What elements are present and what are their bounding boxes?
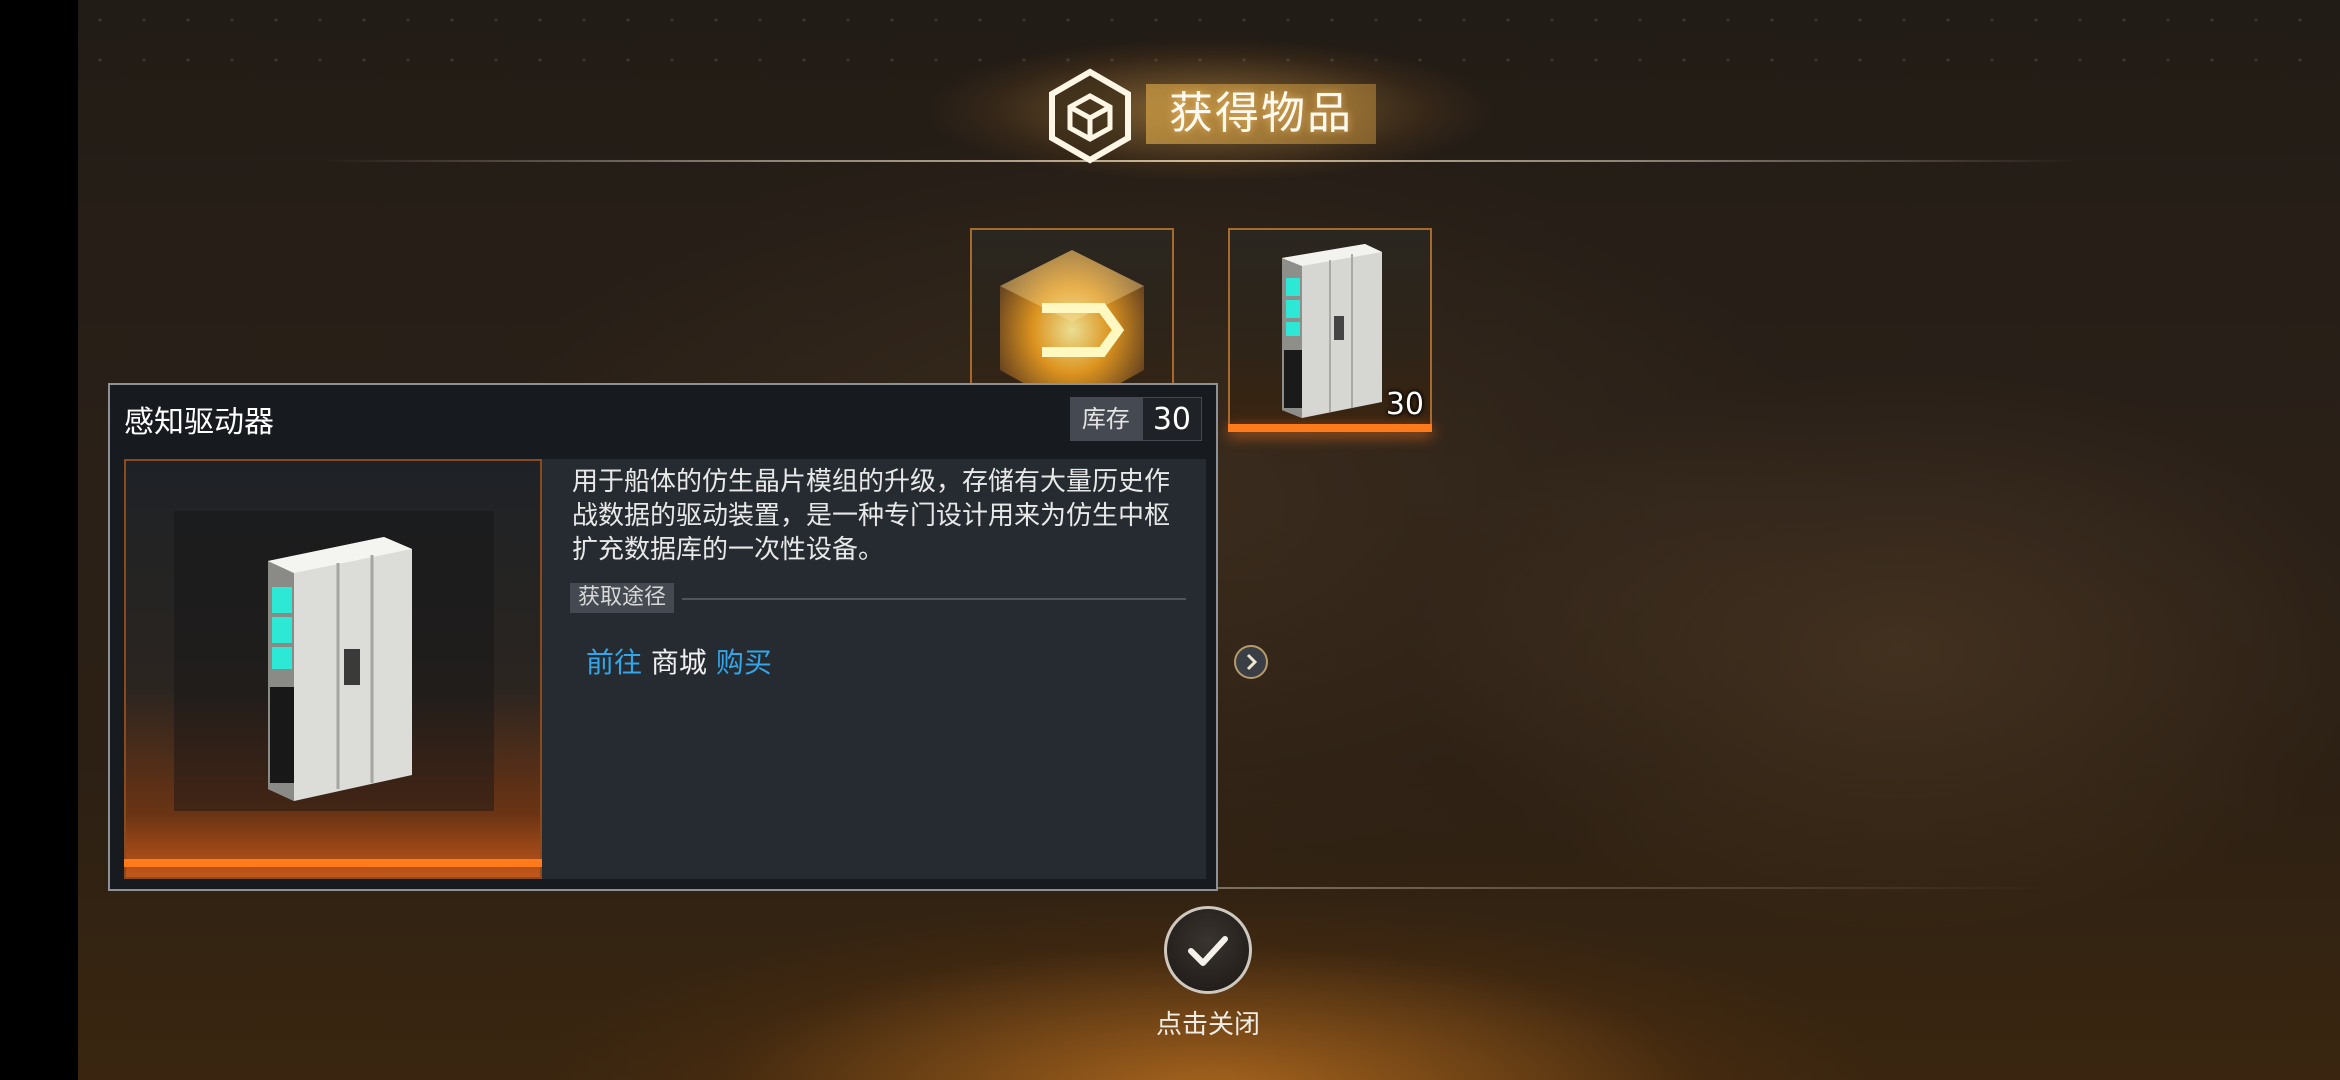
stock-label: 库存 — [1069, 397, 1142, 441]
close-label: 点击关闭 — [1155, 1010, 1260, 1040]
hex-cube-icon — [1049, 68, 1131, 164]
route-divider — [682, 598, 1186, 600]
stock-badge: 库存 30 — [1069, 397, 1202, 441]
route-go-text: 前往 — [586, 646, 643, 679]
slot-rarity-bar — [1228, 424, 1432, 432]
item-info-panel: 感知驱动器 库存 30 用于船体的仿生晶片模组的升级，存储有大量历史作战数据的驱… — [108, 383, 1268, 891]
item-description: 用于船体的仿生晶片模组的升级，存储有大量历史作战数据的驱动装置，是一种专门设计用… — [572, 467, 1171, 565]
bottom-divider — [1218, 887, 2048, 889]
chevron-right-icon[interactable] — [1234, 645, 1268, 679]
reward-slot-sensor-driver[interactable]: 30 — [1228, 228, 1432, 432]
route-buy-text: 购买 — [715, 646, 772, 679]
checkmark-icon — [1188, 936, 1228, 966]
route-shop-text: 商城 — [650, 646, 707, 679]
item-title: 感知驱动器 — [124, 405, 274, 440]
item-preview — [124, 459, 542, 879]
stock-value: 30 — [1141, 397, 1202, 441]
header-title: 获得物品 — [1169, 88, 1353, 139]
sensor-driver-large-icon — [268, 537, 412, 801]
acquire-route-header: 获取途径 — [570, 583, 1186, 613]
preview-rarity-bar — [124, 859, 542, 867]
description-area: 用于船体的仿生晶片模组的升级，存储有大量历史作战数据的驱动装置，是一种专门设计用… — [542, 459, 1268, 879]
close-button[interactable] — [1164, 906, 1252, 994]
route-shop-link[interactable]: 前往 商城 购买 — [586, 641, 772, 681]
left-black-bar — [0, 0, 78, 1080]
item-count: 30 — [1385, 387, 1424, 422]
header-divider — [320, 160, 2080, 162]
acquire-route-label: 获取途径 — [570, 583, 675, 613]
